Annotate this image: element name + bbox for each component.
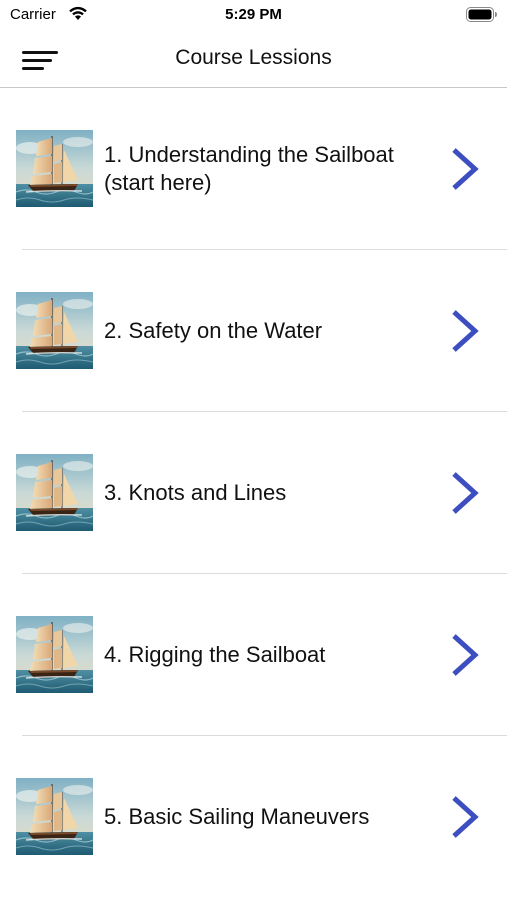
chevron-right-icon: [452, 634, 479, 676]
status-bar: Carrier 5:29 PM: [0, 0, 507, 32]
sailboat-painting-icon: [16, 454, 93, 531]
lesson-row-1[interactable]: 1. Understanding the Sailboat (start her…: [0, 88, 507, 250]
lesson-label: 3. Knots and Lines: [104, 412, 424, 574]
lesson-row-5[interactable]: 5. Basic Sailing Maneuvers: [0, 736, 507, 898]
status-time: 5:29 PM: [225, 6, 282, 23]
lesson-title: Rigging the Sailboat: [128, 642, 326, 667]
screen: Carrier 5:29 PM Course Lessions 1. Under…: [0, 0, 507, 900]
lesson-title: Safety on the Water: [128, 318, 323, 343]
lesson-title: Understanding the Sailboat (start here): [104, 142, 394, 195]
page-title: Course Lessions: [175, 46, 332, 69]
sailboat-painting-icon: [16, 616, 93, 693]
sailboat-painting-icon: [16, 292, 93, 369]
lesson-number: 1.: [104, 142, 123, 167]
chevron-right-icon: [452, 148, 479, 190]
nav-bar: Course Lessions: [0, 32, 507, 88]
lesson-row-4[interactable]: 4. Rigging the Sailboat: [0, 574, 507, 736]
chevron-right-icon: [452, 472, 479, 514]
lesson-label: 4. Rigging the Sailboat: [104, 574, 424, 736]
battery-icon: [466, 7, 497, 22]
lesson-title: Knots and Lines: [128, 480, 287, 505]
lesson-number: 3.: [104, 480, 123, 505]
lesson-number: 5.: [104, 804, 123, 829]
chevron-right-icon: [452, 310, 479, 352]
lesson-number: 2.: [104, 318, 123, 343]
lesson-title: Basic Sailing Maneuvers: [128, 804, 370, 829]
lesson-number: 4.: [104, 642, 123, 667]
sailboat-painting-icon: [16, 778, 93, 855]
lesson-list: 1. Understanding the Sailboat (start her…: [0, 88, 507, 898]
sailboat-painting-icon: [16, 130, 93, 207]
chevron-right-icon: [452, 796, 479, 838]
lesson-row-2[interactable]: 2. Safety on the Water: [0, 250, 507, 412]
lesson-label: 2. Safety on the Water: [104, 250, 424, 412]
lesson-label: 5. Basic Sailing Maneuvers: [104, 736, 424, 898]
lesson-label: 1. Understanding the Sailboat (start her…: [104, 88, 424, 250]
lesson-row-3[interactable]: 3. Knots and Lines: [0, 412, 507, 574]
